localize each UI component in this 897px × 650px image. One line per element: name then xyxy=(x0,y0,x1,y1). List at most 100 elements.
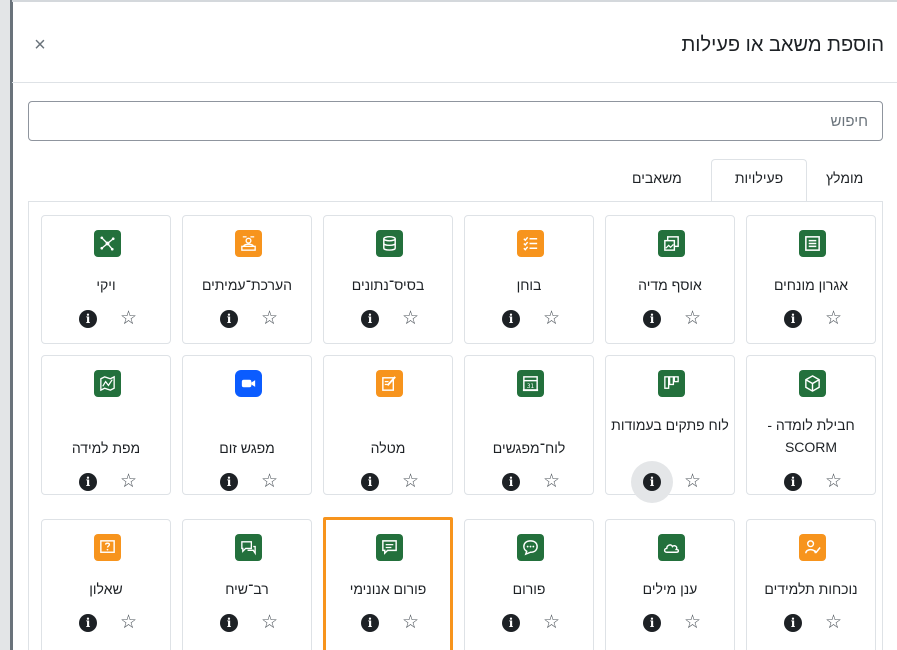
questionnaire-icon xyxy=(94,534,121,561)
star-icon[interactable]: ☆ xyxy=(261,613,278,632)
activity-card-kanban[interactable]: לוח פתקים בעמודות i ☆ xyxy=(605,355,735,503)
star-icon[interactable]: ☆ xyxy=(120,613,137,632)
activity-card-assignment[interactable]: מטלה i ☆ xyxy=(323,355,453,495)
info-icon[interactable]: i xyxy=(784,310,802,328)
star-icon[interactable]: ☆ xyxy=(543,472,560,491)
activity-card-chat[interactable]: רב־שיח i ☆ xyxy=(182,519,312,650)
wiki-icon xyxy=(94,230,121,257)
star-icon[interactable]: ☆ xyxy=(825,613,842,632)
activity-card-scorm[interactable]: חבילת לומדה - SCORM i ☆ xyxy=(746,355,876,495)
activity-card-zoom[interactable]: מפגש זום i ☆ xyxy=(182,355,312,495)
info-icon[interactable]: i xyxy=(643,614,661,632)
star-icon[interactable]: ☆ xyxy=(825,309,842,328)
activity-label: נוכחות תלמידים xyxy=(764,581,858,597)
info-icon[interactable]: i xyxy=(220,614,238,632)
activity-card-wiki[interactable]: ויקי i ☆ xyxy=(41,215,171,344)
info-icon[interactable]: i xyxy=(502,473,520,491)
info-icon[interactable]: i xyxy=(79,473,97,491)
star-icon[interactable]: ☆ xyxy=(684,472,701,491)
activity-label: בוחן xyxy=(516,277,542,293)
zoom-icon xyxy=(235,370,262,397)
info-icon[interactable]: i xyxy=(361,473,379,491)
info-icon[interactable]: i xyxy=(784,473,802,491)
tab-recommended[interactable]: מומלץ xyxy=(826,170,863,186)
workshop-icon xyxy=(235,230,262,257)
info-icon[interactable]: i xyxy=(220,310,238,328)
activity-card-scheduler[interactable]: 31 לוח־מפגשים i ☆ xyxy=(464,355,594,495)
activity-label: מפגש זום xyxy=(219,440,275,456)
activity-label: פורום אנונימי xyxy=(349,581,427,597)
star-icon[interactable]: ☆ xyxy=(543,309,560,328)
chat-icon xyxy=(235,534,262,561)
activity-label: מפת למידה xyxy=(71,440,141,456)
search-input[interactable] xyxy=(28,101,883,141)
activity-label: בסיס־נתונים xyxy=(351,277,425,293)
activity-card-anonymous-forum[interactable]: פורום אנונימי i ☆ xyxy=(323,517,453,650)
star-icon[interactable]: ☆ xyxy=(684,309,701,328)
star-icon[interactable]: ☆ xyxy=(261,309,278,328)
info-icon[interactable]: i xyxy=(643,310,661,328)
kanban-board-icon xyxy=(658,370,685,397)
activity-label: ויקי xyxy=(96,277,116,293)
svg-text:31: 31 xyxy=(527,384,535,390)
activity-label: ענן מילים xyxy=(642,581,698,597)
activity-label: הערכת־עמיתים xyxy=(201,277,293,293)
tab-resources[interactable]: משאבים xyxy=(632,170,682,186)
star-icon[interactable]: ☆ xyxy=(543,613,560,632)
activity-card-glossary[interactable]: אגרון מונחים i ☆ xyxy=(746,215,876,344)
info-icon[interactable]: i xyxy=(502,614,520,632)
activity-label: רב־שיח xyxy=(225,581,269,597)
media-collection-icon xyxy=(658,230,685,257)
star-icon[interactable]: ☆ xyxy=(120,309,137,328)
attendance-icon xyxy=(799,534,826,561)
star-icon[interactable]: ☆ xyxy=(402,472,419,491)
activity-label: שאלון xyxy=(89,581,123,597)
scorm-package-icon xyxy=(799,370,826,397)
activity-card-media-collection[interactable]: אוסף מדיה i ☆ xyxy=(605,215,735,344)
activity-label: אגרון מונחים xyxy=(773,277,849,293)
star-icon[interactable]: ☆ xyxy=(684,613,701,632)
info-icon[interactable]: i xyxy=(643,473,661,491)
tab-activities[interactable]: פעילויות xyxy=(711,170,807,186)
info-icon[interactable]: i xyxy=(79,614,97,632)
assignment-icon xyxy=(376,370,403,397)
close-icon[interactable]: × xyxy=(30,35,50,55)
word-cloud-icon xyxy=(658,534,685,561)
info-icon[interactable]: i xyxy=(502,310,520,328)
info-icon[interactable]: i xyxy=(361,614,379,632)
activity-card-database[interactable]: בסיס־נתונים i ☆ xyxy=(323,215,453,344)
activity-card-quiz[interactable]: בוחן i ☆ xyxy=(464,215,594,344)
activity-card-word-cloud[interactable]: ענן מילים i ☆ xyxy=(605,519,735,650)
modal-top-border xyxy=(12,0,897,2)
quiz-icon xyxy=(517,230,544,257)
star-icon[interactable]: ☆ xyxy=(402,309,419,328)
modal-title: הוספת משאב או פעילות xyxy=(681,34,884,56)
activity-label: פורום xyxy=(512,581,546,597)
activity-card-questionnaire[interactable]: שאלון i ☆ xyxy=(41,519,171,650)
activity-label: לוח פתקים בעמודות xyxy=(611,417,729,433)
star-icon[interactable]: ☆ xyxy=(402,613,419,632)
activity-card-forum[interactable]: פורום i ☆ xyxy=(464,519,594,650)
activity-label: אוסף מדיה xyxy=(638,277,702,293)
activity-card-attendance[interactable]: נוכחות תלמידים i ☆ xyxy=(746,519,876,650)
info-icon[interactable]: i xyxy=(361,310,379,328)
scheduler-icon: 31 xyxy=(517,370,544,397)
activity-label: לוח־מפגשים xyxy=(492,440,566,456)
info-icon[interactable]: i xyxy=(784,614,802,632)
activity-label: מטלה xyxy=(370,440,406,456)
star-icon[interactable]: ☆ xyxy=(825,472,842,491)
glossary-icon xyxy=(799,230,826,257)
info-icon[interactable]: i xyxy=(220,473,238,491)
modal-backdrop-edge xyxy=(10,0,13,650)
activity-card-workshop[interactable]: הערכת־עמיתים i ☆ xyxy=(182,215,312,344)
activity-label: חבילת לומדה - SCORM xyxy=(767,417,855,455)
info-icon[interactable]: i xyxy=(79,310,97,328)
activity-card-learning-map[interactable]: מפת למידה i ☆ xyxy=(41,355,171,495)
anonymous-forum-icon xyxy=(376,534,403,561)
database-icon xyxy=(376,230,403,257)
modal-header-divider xyxy=(12,82,897,83)
forum-icon xyxy=(517,534,544,561)
learning-map-icon xyxy=(94,370,121,397)
star-icon[interactable]: ☆ xyxy=(120,472,137,491)
star-icon[interactable]: ☆ xyxy=(261,472,278,491)
